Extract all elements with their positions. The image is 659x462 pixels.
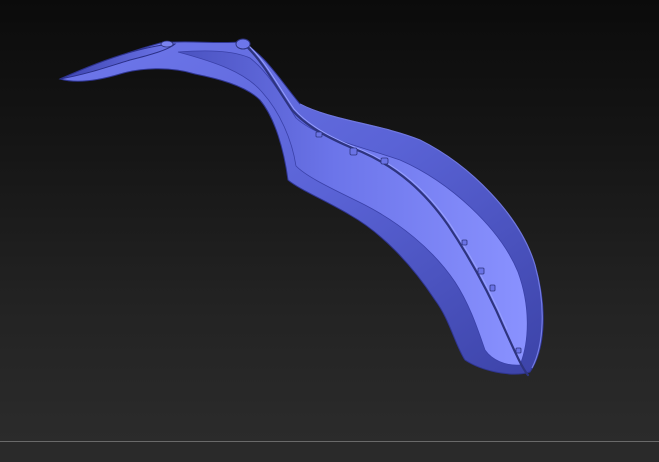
3d-viewport[interactable] [0, 0, 659, 441]
status-bar [0, 442, 659, 462]
ridge-nub [315, 131, 323, 138]
ridge-nub [515, 347, 522, 354]
ridge-nub [489, 284, 496, 292]
ridge-nub [349, 147, 358, 156]
viewport-canvas[interactable] [0, 0, 659, 441]
ridge-nub [477, 267, 485, 275]
ridge-nub [461, 239, 468, 246]
ridge-knob [235, 38, 251, 50]
ridge-nub [380, 157, 389, 165]
tip-knob [160, 40, 174, 48]
sculpted-blade-model[interactable] [58, 38, 544, 377]
